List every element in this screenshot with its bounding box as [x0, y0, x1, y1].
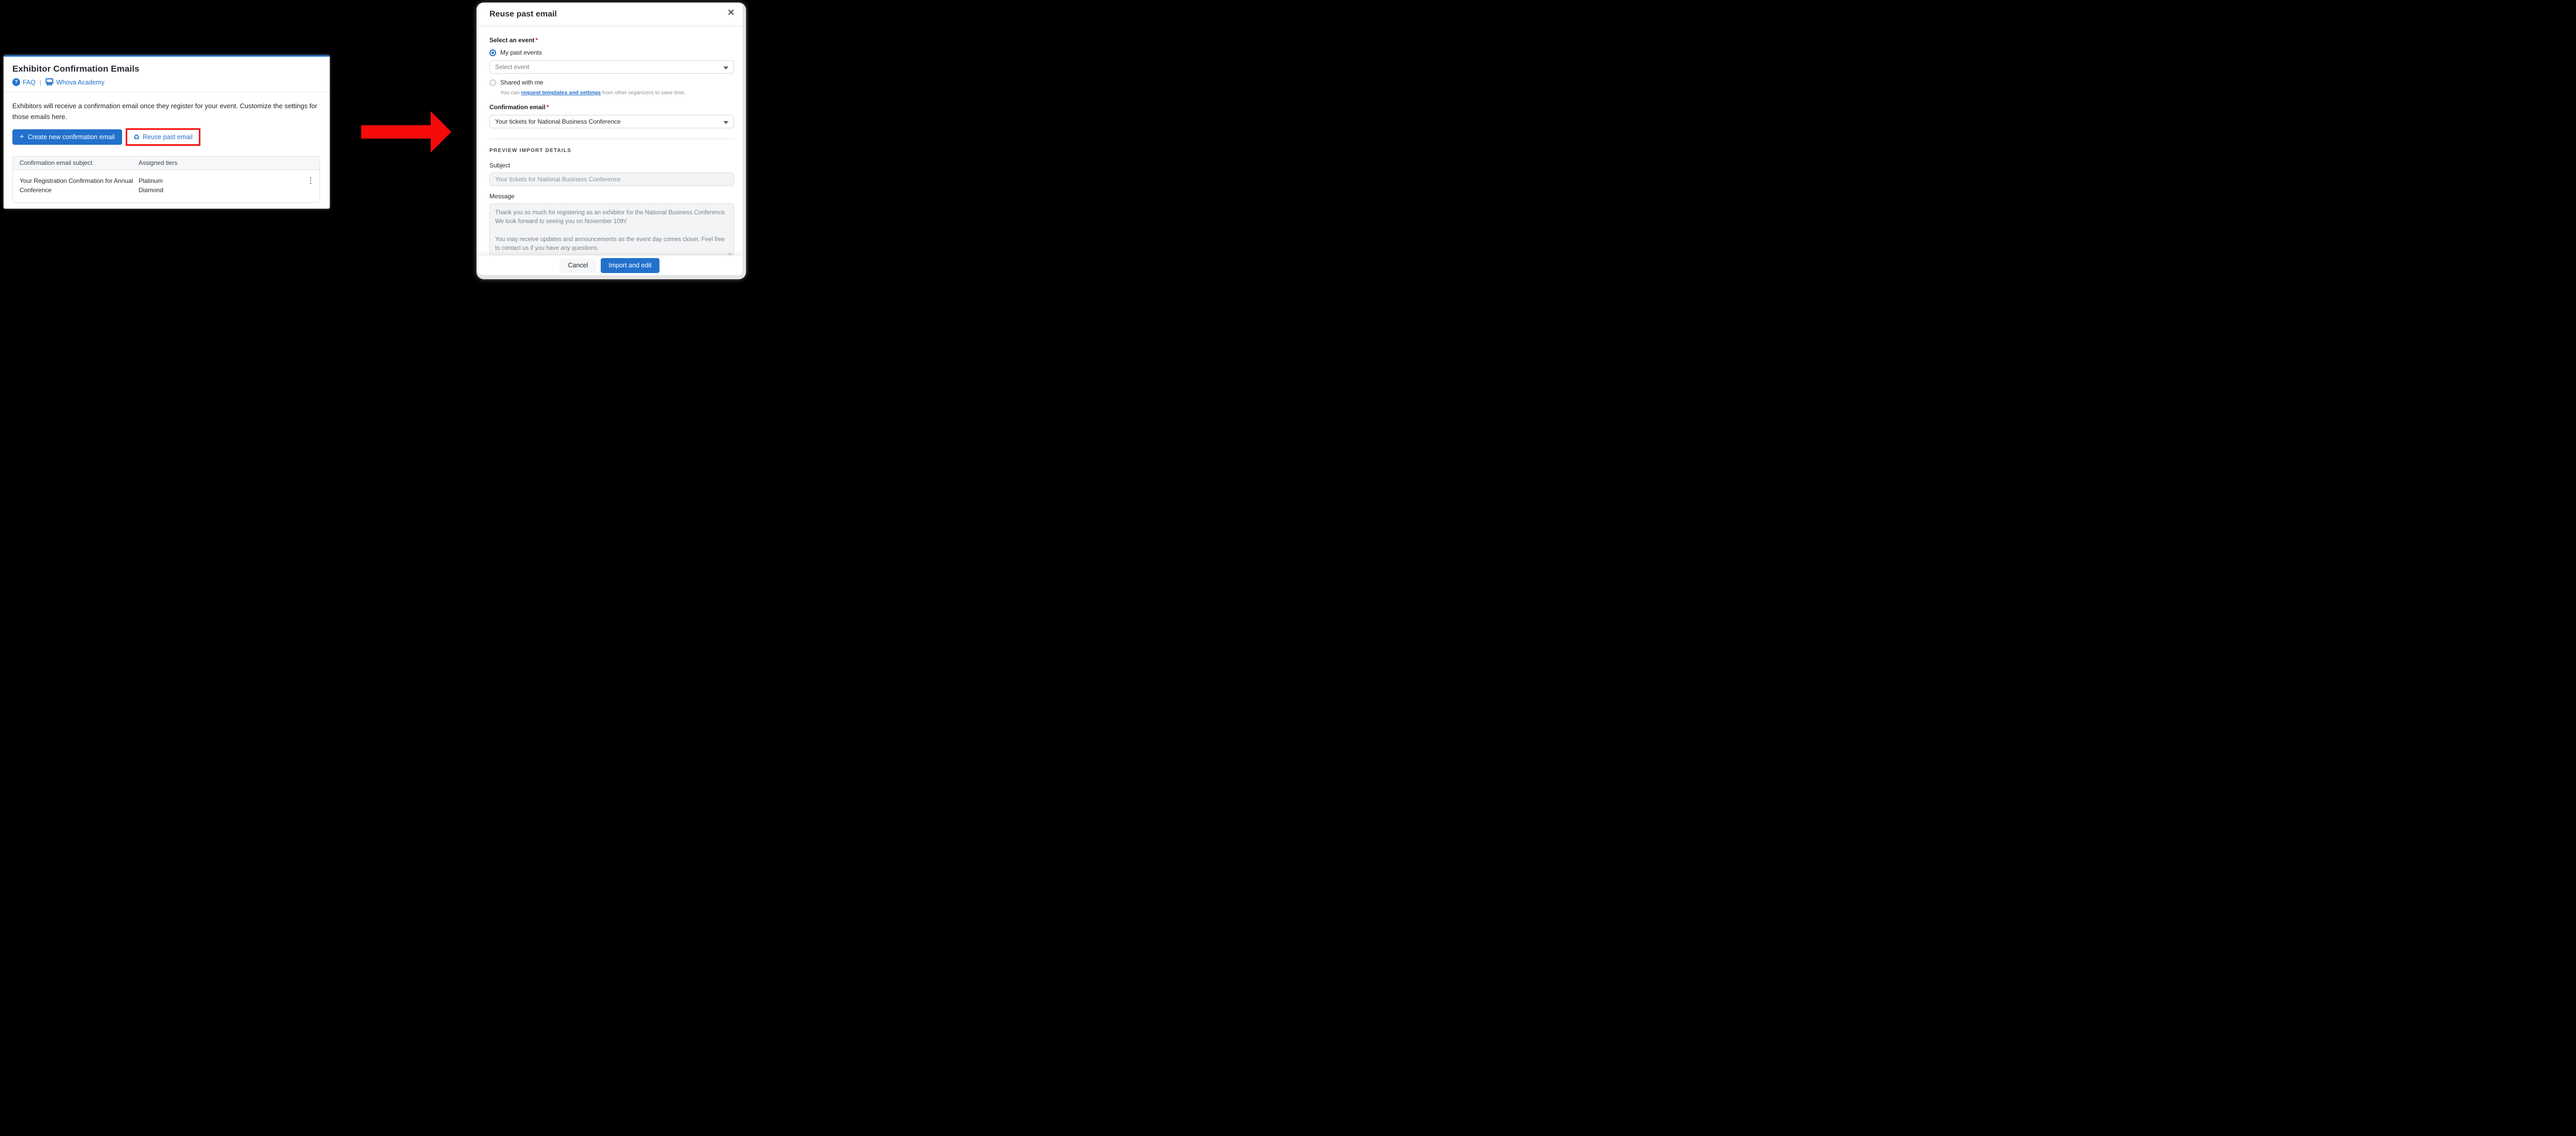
- confirmation-email-dropdown[interactable]: Your tickets for National Business Confe…: [489, 115, 734, 128]
- select-event-dropdown[interactable]: Select event: [489, 60, 734, 74]
- confirmation-email-label: Confirmation email*: [489, 104, 734, 111]
- table-row: Your Registration Confirmation for Annua…: [13, 170, 319, 202]
- subject-label: Subject: [489, 162, 734, 169]
- tier-diamond: Diamond: [139, 185, 302, 195]
- panel-description: Exhibitors will receive a confirmation e…: [12, 101, 317, 123]
- shared-helper-text: You can request templates and settings f…: [500, 90, 734, 96]
- create-button-label: Create new confirmation email: [28, 133, 115, 141]
- reuse-past-email-modal: Reuse past email ✕ Select an event* My p…: [477, 3, 746, 279]
- close-icon[interactable]: ✕: [727, 8, 735, 17]
- modal-footer: Cancel Import and edit: [477, 256, 742, 275]
- chevron-down-icon: [723, 121, 728, 124]
- radio-selected-icon[interactable]: [489, 49, 496, 56]
- radio-option-my-past-events[interactable]: My past events: [489, 49, 734, 56]
- page-title: Exhibitor Confirmation Emails: [12, 64, 321, 74]
- screenshot-stage: Exhibitor Confirmation Emails ? FAQ |: [0, 0, 749, 284]
- tier-platinum: Platinum: [139, 176, 302, 186]
- preview-import-details-heading: PREVIEW IMPORT DETAILS: [489, 148, 734, 154]
- radio-unselected-icon[interactable]: [489, 79, 496, 86]
- whova-academy-link[interactable]: Whova Academy: [56, 79, 105, 86]
- column-header-subject: Confirmation email subject: [13, 159, 139, 166]
- link-separator: |: [40, 79, 41, 86]
- create-confirmation-email-button[interactable]: + Create new confirmation email: [12, 129, 122, 145]
- column-header-tiers: Assigned tiers: [139, 158, 302, 168]
- modal-header: Reuse past email ✕: [477, 3, 742, 26]
- exhibitor-confirmation-panel: Exhibitor Confirmation Emails ? FAQ |: [4, 55, 330, 209]
- required-asterisk: *: [547, 104, 549, 111]
- subject-input[interactable]: [489, 173, 734, 186]
- email-subject-cell: Your Registration Confirmation for Annua…: [20, 176, 137, 195]
- confirmation-emails-table: Confirmation email subject Assigned tier…: [12, 156, 320, 203]
- select-event-placeholder: Select event: [495, 63, 529, 71]
- radio-option-shared-with-me[interactable]: Shared with me: [489, 79, 734, 86]
- table-header-row: Confirmation email subject Assigned tier…: [13, 157, 319, 170]
- import-and-edit-button[interactable]: Import and edit: [601, 258, 659, 273]
- radio-label-shared-with-me: Shared with me: [500, 79, 543, 86]
- cancel-button[interactable]: Cancel: [560, 258, 596, 273]
- red-arrow-annotation: [360, 110, 453, 155]
- modal-title: Reuse past email: [489, 10, 557, 19]
- red-highlight-annotation: ♻ Reuse past email: [126, 128, 200, 146]
- message-textarea[interactable]: Thank you so much for registering as an …: [489, 204, 734, 258]
- modal-content: Reuse past email ✕ Select an event* My p…: [477, 3, 742, 275]
- reuse-past-email-button[interactable]: ♻ Reuse past email: [128, 130, 198, 144]
- chevron-down-icon: [723, 66, 728, 70]
- reuse-button-label: Reuse past email: [143, 133, 193, 141]
- faq-link[interactable]: FAQ: [23, 79, 36, 86]
- required-asterisk: *: [535, 37, 538, 44]
- radio-label-my-past-events: My past events: [500, 49, 542, 56]
- whova-academy-icon: [45, 78, 54, 86]
- kebab-menu-icon[interactable]: ⋮: [307, 177, 314, 195]
- select-event-label: Select an event*: [489, 37, 734, 44]
- plus-icon: +: [20, 133, 24, 141]
- message-label: Message: [489, 193, 734, 200]
- recycle-icon: ♻: [133, 133, 140, 141]
- confirmation-email-value: Your tickets for National Business Confe…: [495, 118, 621, 125]
- help-links-row: ? FAQ | Whova Academy: [12, 78, 321, 86]
- question-circle-icon: ?: [12, 78, 20, 86]
- request-templates-link[interactable]: request templates and settings: [521, 90, 601, 96]
- assigned-tiers-cell: Platinum Diamond: [139, 176, 302, 195]
